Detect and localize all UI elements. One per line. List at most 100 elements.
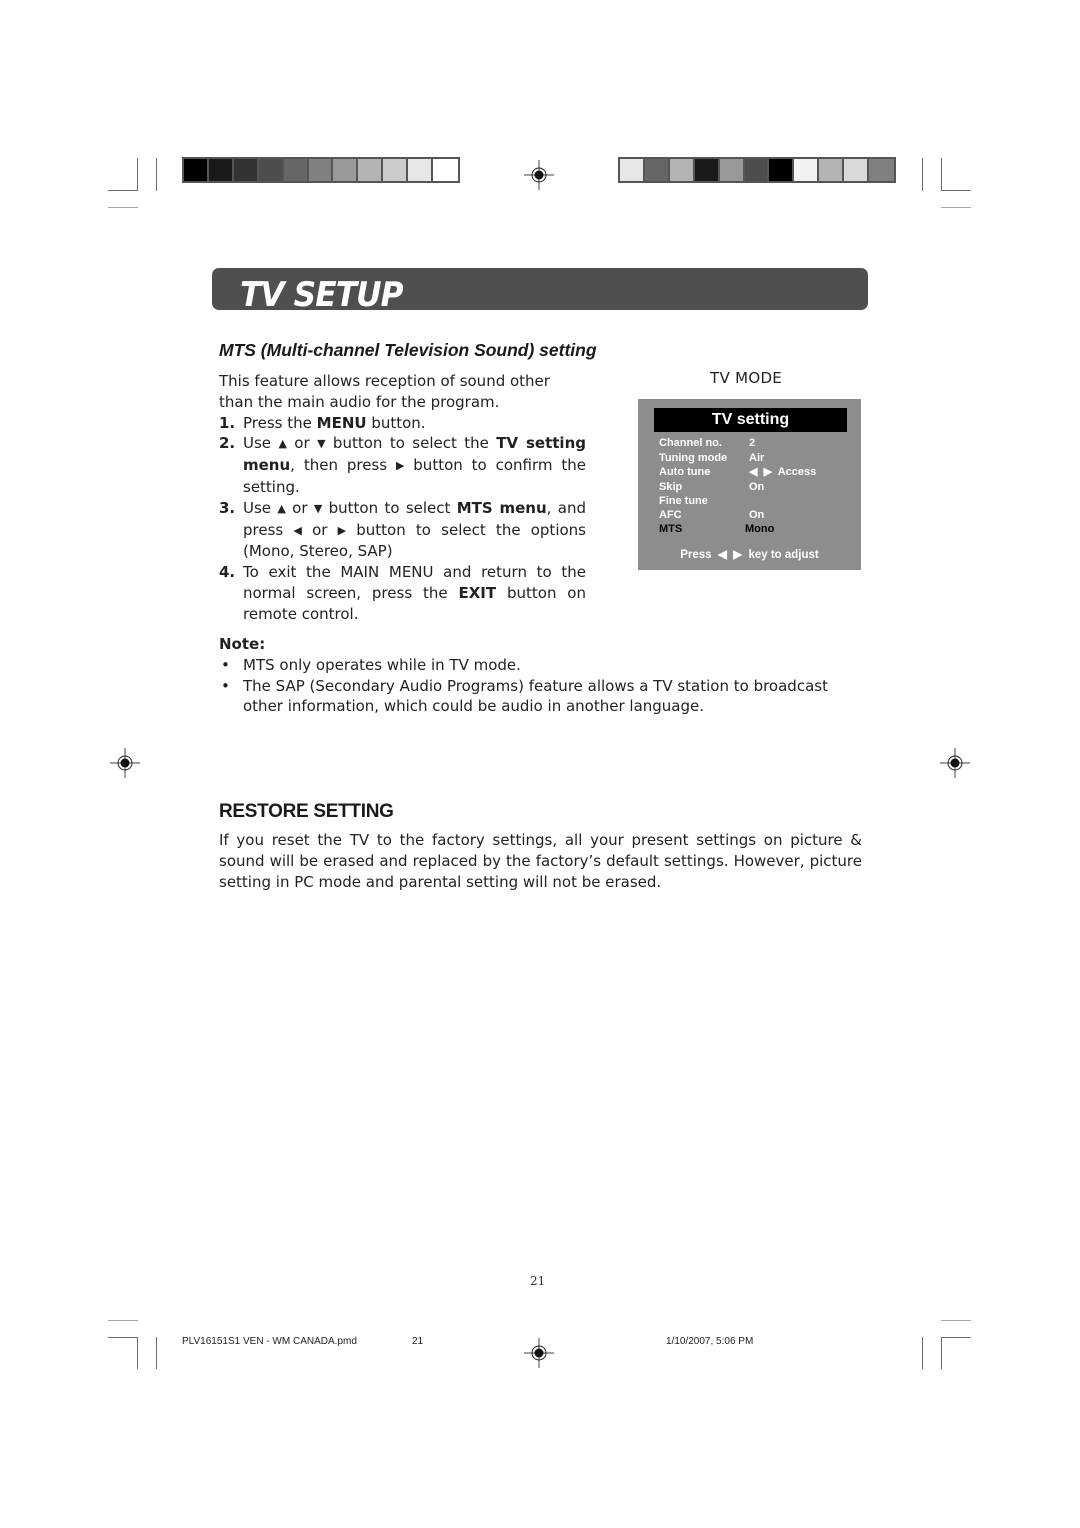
color-swatch [819,159,845,181]
osd-row-value: On [749,509,765,521]
restore-section-body: If you reset the TV to the factory setti… [219,831,862,891]
up-arrow-icon: ▲ [277,501,286,515]
osd-row-label: Fine tune [659,495,708,507]
crop-mark [156,158,157,191]
tv-mode-label: TV MODE [710,369,783,387]
crop-mark [922,158,923,191]
step-number: 2. [219,434,236,453]
crop-mark [941,158,942,191]
osd-row-value: Mono [745,523,775,535]
color-swatch [620,159,645,181]
slider-left-divider [120,497,121,506]
osd-row-value: On [749,481,765,493]
note-label: Note: [219,635,266,653]
osd-row-label: MTS [659,523,683,535]
step-number: 3. [219,498,236,517]
mts-intro: This feature allows reception of sound o… [219,372,550,411]
color-swatch [383,159,409,181]
color-swatch [869,159,894,181]
tv-setting-osd-screen: TV setting Channel no. 2 Tuning mode Air… [638,399,861,570]
crop-mark [137,158,138,191]
slider-right-arrow-icon: ▶ [194,495,201,504]
left-arrow-icon: ◀ [293,523,302,537]
color-swatch [719,159,745,181]
slider-right-divider [192,497,193,506]
osd-row-value: 2 [749,437,756,449]
banner-title: TV SETUP [240,275,404,315]
note-item: MTS only operates while in TV mode. [219,655,869,676]
right-arrow-icon: ▶ [337,523,347,537]
osd-footer-hint: Press ◀ ▶ key to adjust [680,549,819,561]
crop-mark [137,1337,138,1369]
registration-target-icon [524,160,554,190]
color-swatch [283,159,309,181]
color-swatch [208,159,234,181]
step-text: Press the [243,413,317,432]
crop-mark [108,207,138,208]
color-swatch [408,159,434,181]
crop-mark [922,1337,923,1369]
color-calibration-bar-left [182,157,460,183]
down-arrow-icon: ▼ [317,437,326,451]
osd-row-label: Tuning mode [659,452,728,464]
step-text: button. [366,413,426,432]
crop-mark [941,1337,942,1369]
step-text: Use [243,498,278,517]
step-text: , then press [290,456,396,475]
osd-row-label: Auto tune [659,466,711,478]
crop-mark [108,1320,138,1321]
color-swatch [308,159,334,181]
osd-title: TV setting [654,408,847,432]
registration-target-icon [110,748,140,778]
slider-left-arrow-icon: ◀ [112,495,119,504]
page-number: 21 [530,1274,546,1288]
note-item: The SAP (Secondary Audio Programs) featu… [219,676,869,718]
crop-mark [941,1337,971,1338]
color-calibration-bar-right [618,157,896,183]
step-item: 2. Use ▲ or ▼ button to select the TV se… [219,433,586,497]
registration-target-icon [940,748,970,778]
color-swatch [669,159,695,181]
crop-mark [108,190,138,191]
button-name: MENU [316,413,367,432]
registration-target-icon [524,1338,554,1368]
color-swatch [333,159,359,181]
mts-instructions: This feature allows reception of sound o… [219,371,586,625]
note-list: MTS only operates while in TV mode. The … [219,655,869,717]
step-item: 3. Use ▲ or ▼ button to select MTS menu,… [219,498,586,562]
osd-row-label: AFC [659,509,682,521]
up-arrow-icon: ▲ [278,437,287,451]
restore-section-title: RESTORE SETTING [219,801,394,822]
button-name: EXIT [458,583,497,602]
section-banner: TV SETUP [212,268,868,315]
step-text: or [301,520,338,539]
step-number: 1. [219,413,236,432]
color-swatch [184,159,209,181]
note-block: Note: MTS only operates while in TV mode… [219,634,869,717]
step-text: button to select the [325,434,497,453]
crop-mark [941,190,971,191]
color-swatch [769,159,795,181]
footer-file-name: PLV16151S1 VEN - WM CANADA.pmd [182,1336,357,1347]
crop-mark [941,1320,971,1321]
step-text: Use [243,434,279,453]
slider-thumb [156,497,158,506]
color-swatch [744,159,770,181]
osd-row-label: Skip [659,481,683,493]
steps-list: 1. Press the MENU button. 2. Use ▲ or ▼ … [219,413,586,625]
fine-tune-slider: ◀ ▶ [110,495,203,507]
color-swatch [844,159,870,181]
color-swatch [694,159,720,181]
menu-name: MTS menu [456,498,547,517]
step-number: 4. [219,563,236,582]
osd-row-value: ◀ ▶ Access [749,466,817,478]
osd-row-label: Channel no. [659,437,722,449]
step-text: or [285,498,314,517]
step-item: 1. Press the MENU button. [219,413,586,434]
crop-mark [156,1337,157,1369]
step-text: or [286,434,318,453]
color-swatch [358,159,384,181]
footer-timestamp: 1/10/2007, 5:06 PM [666,1336,754,1347]
mts-section-title: MTS (Multi-channel Television Sound) set… [219,340,597,360]
color-swatch [644,159,670,181]
